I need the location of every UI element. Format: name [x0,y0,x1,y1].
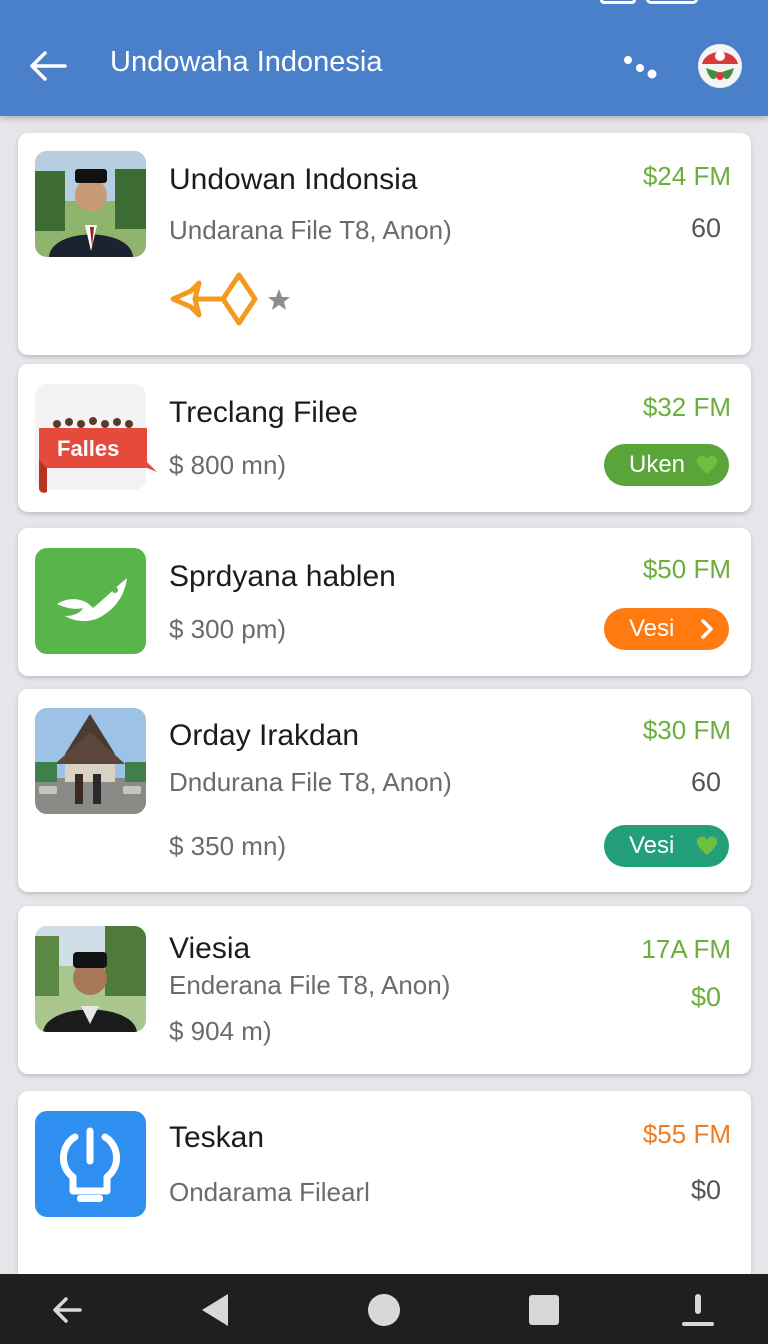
item-price: $24 FM [642,161,731,191]
item-value: $0 [690,1175,721,1205]
item-name: Viesia [169,932,251,965]
item-price: $55 FM [642,1119,731,1149]
item-price: $32 FM [642,392,731,422]
item-name: Treclang Filee [169,396,358,429]
page-title: Undowaha Indonesia [110,46,383,78]
system-nav-bar [0,1274,768,1344]
item-price: $30 FM [642,715,731,745]
chevron-right-icon [701,619,713,639]
item-name: Sprdyana hablen [169,560,396,593]
status-icons [600,0,698,4]
arrow-diamond-rating-icon [170,272,290,326]
nav-recents-button[interactable] [524,1290,564,1330]
action-button-label: Vesi [629,615,675,642]
lightbulb-app-icon [35,1111,146,1217]
back-button[interactable] [26,44,70,88]
heart-icon [697,455,717,474]
item-thumbnail: Falles [35,384,157,493]
bird-app-icon [35,548,146,654]
item-thumbnail [35,548,146,654]
thumb-label: Falles [57,436,119,461]
item-name: Orday Irakdan [169,719,360,752]
list-item[interactable]: Teskan Ondarama Filearl $55 FM $0 [18,1091,751,1291]
nav-previous-button[interactable] [196,1290,236,1330]
nav-home-button[interactable] [364,1290,404,1330]
item-subtitle: Enderana File T8, Anon) [169,970,451,1000]
item-value: 60 [690,213,721,243]
nav-menu-button[interactable] [678,1290,718,1330]
list-item[interactable]: Orday Irakdan Dndurana File T8, Anon) $ … [18,689,751,892]
item-value: 60 [690,767,721,797]
action-button[interactable]: Uken [604,444,729,486]
item-subtitle-secondary: $ 904 m) [169,1016,272,1046]
nav-back-button[interactable] [48,1290,88,1330]
person-photo-icon [35,926,146,1032]
app-bar: Undowaha Indonesia [0,0,768,116]
status-bar [0,0,768,14]
circle-home-icon [368,1294,400,1326]
item-thumbnail [35,151,146,257]
group-banner-icon: Falles [35,384,157,493]
action-button[interactable]: Vesi [604,608,729,650]
keyboard-hide-icon [682,1294,714,1326]
item-price: 17A FM [641,934,731,964]
item-thumbnail [35,926,146,1032]
app-screen: Undowaha Indonesia Undowan Indonsia Unda… [0,0,768,1344]
brand-logo-icon [698,44,742,88]
action-button-label: Vesi [629,832,675,859]
person-photo-icon [35,151,146,257]
item-price: $50 FM [642,554,731,584]
action-button[interactable]: Vesi [604,825,729,867]
item-subtitle: Undarana File T8, Anon) [169,215,452,245]
item-subtitle: Ondarama Filearl [169,1177,370,1207]
item-thumbnail [35,708,146,814]
list-item[interactable]: Sprdyana hablen $ 300 pm) $50 FM Vesi [18,528,751,676]
profile-logo-button[interactable] [696,42,744,90]
rating-indicator [169,269,299,333]
share-button[interactable] [618,50,664,86]
item-value: $0 [690,982,721,1012]
back-arrow-icon [53,1297,82,1323]
signal-icon [600,0,636,4]
list-item[interactable]: Falles Treclang Filee $ 800 mn) $32 FM U… [18,364,751,512]
item-name: Teskan [169,1121,265,1154]
heart-icon [697,836,717,855]
item-subtitle: Dndurana File T8, Anon) [169,767,452,797]
list-item[interactable]: Undowan Indonsia Undarana File T8, Anon)… [18,133,751,355]
item-subtitle: $ 800 mn) [169,450,287,480]
back-arrow-icon [30,51,67,81]
list-item[interactable]: Viesia Enderana File T8, Anon) $ 904 m) … [18,906,751,1074]
triangle-left-icon [202,1294,228,1326]
dots-share-icon [624,56,657,79]
item-subtitle-secondary: $ 350 mn) [169,831,287,861]
action-button-label: Uken [629,451,686,478]
square-recents-icon [529,1295,559,1325]
item-subtitle: $ 300 pm) [169,614,287,644]
item-thumbnail [35,1111,146,1217]
item-name: Undowan Indonsia [169,163,418,196]
building-photo-icon [35,708,146,814]
battery-icon [646,0,698,4]
